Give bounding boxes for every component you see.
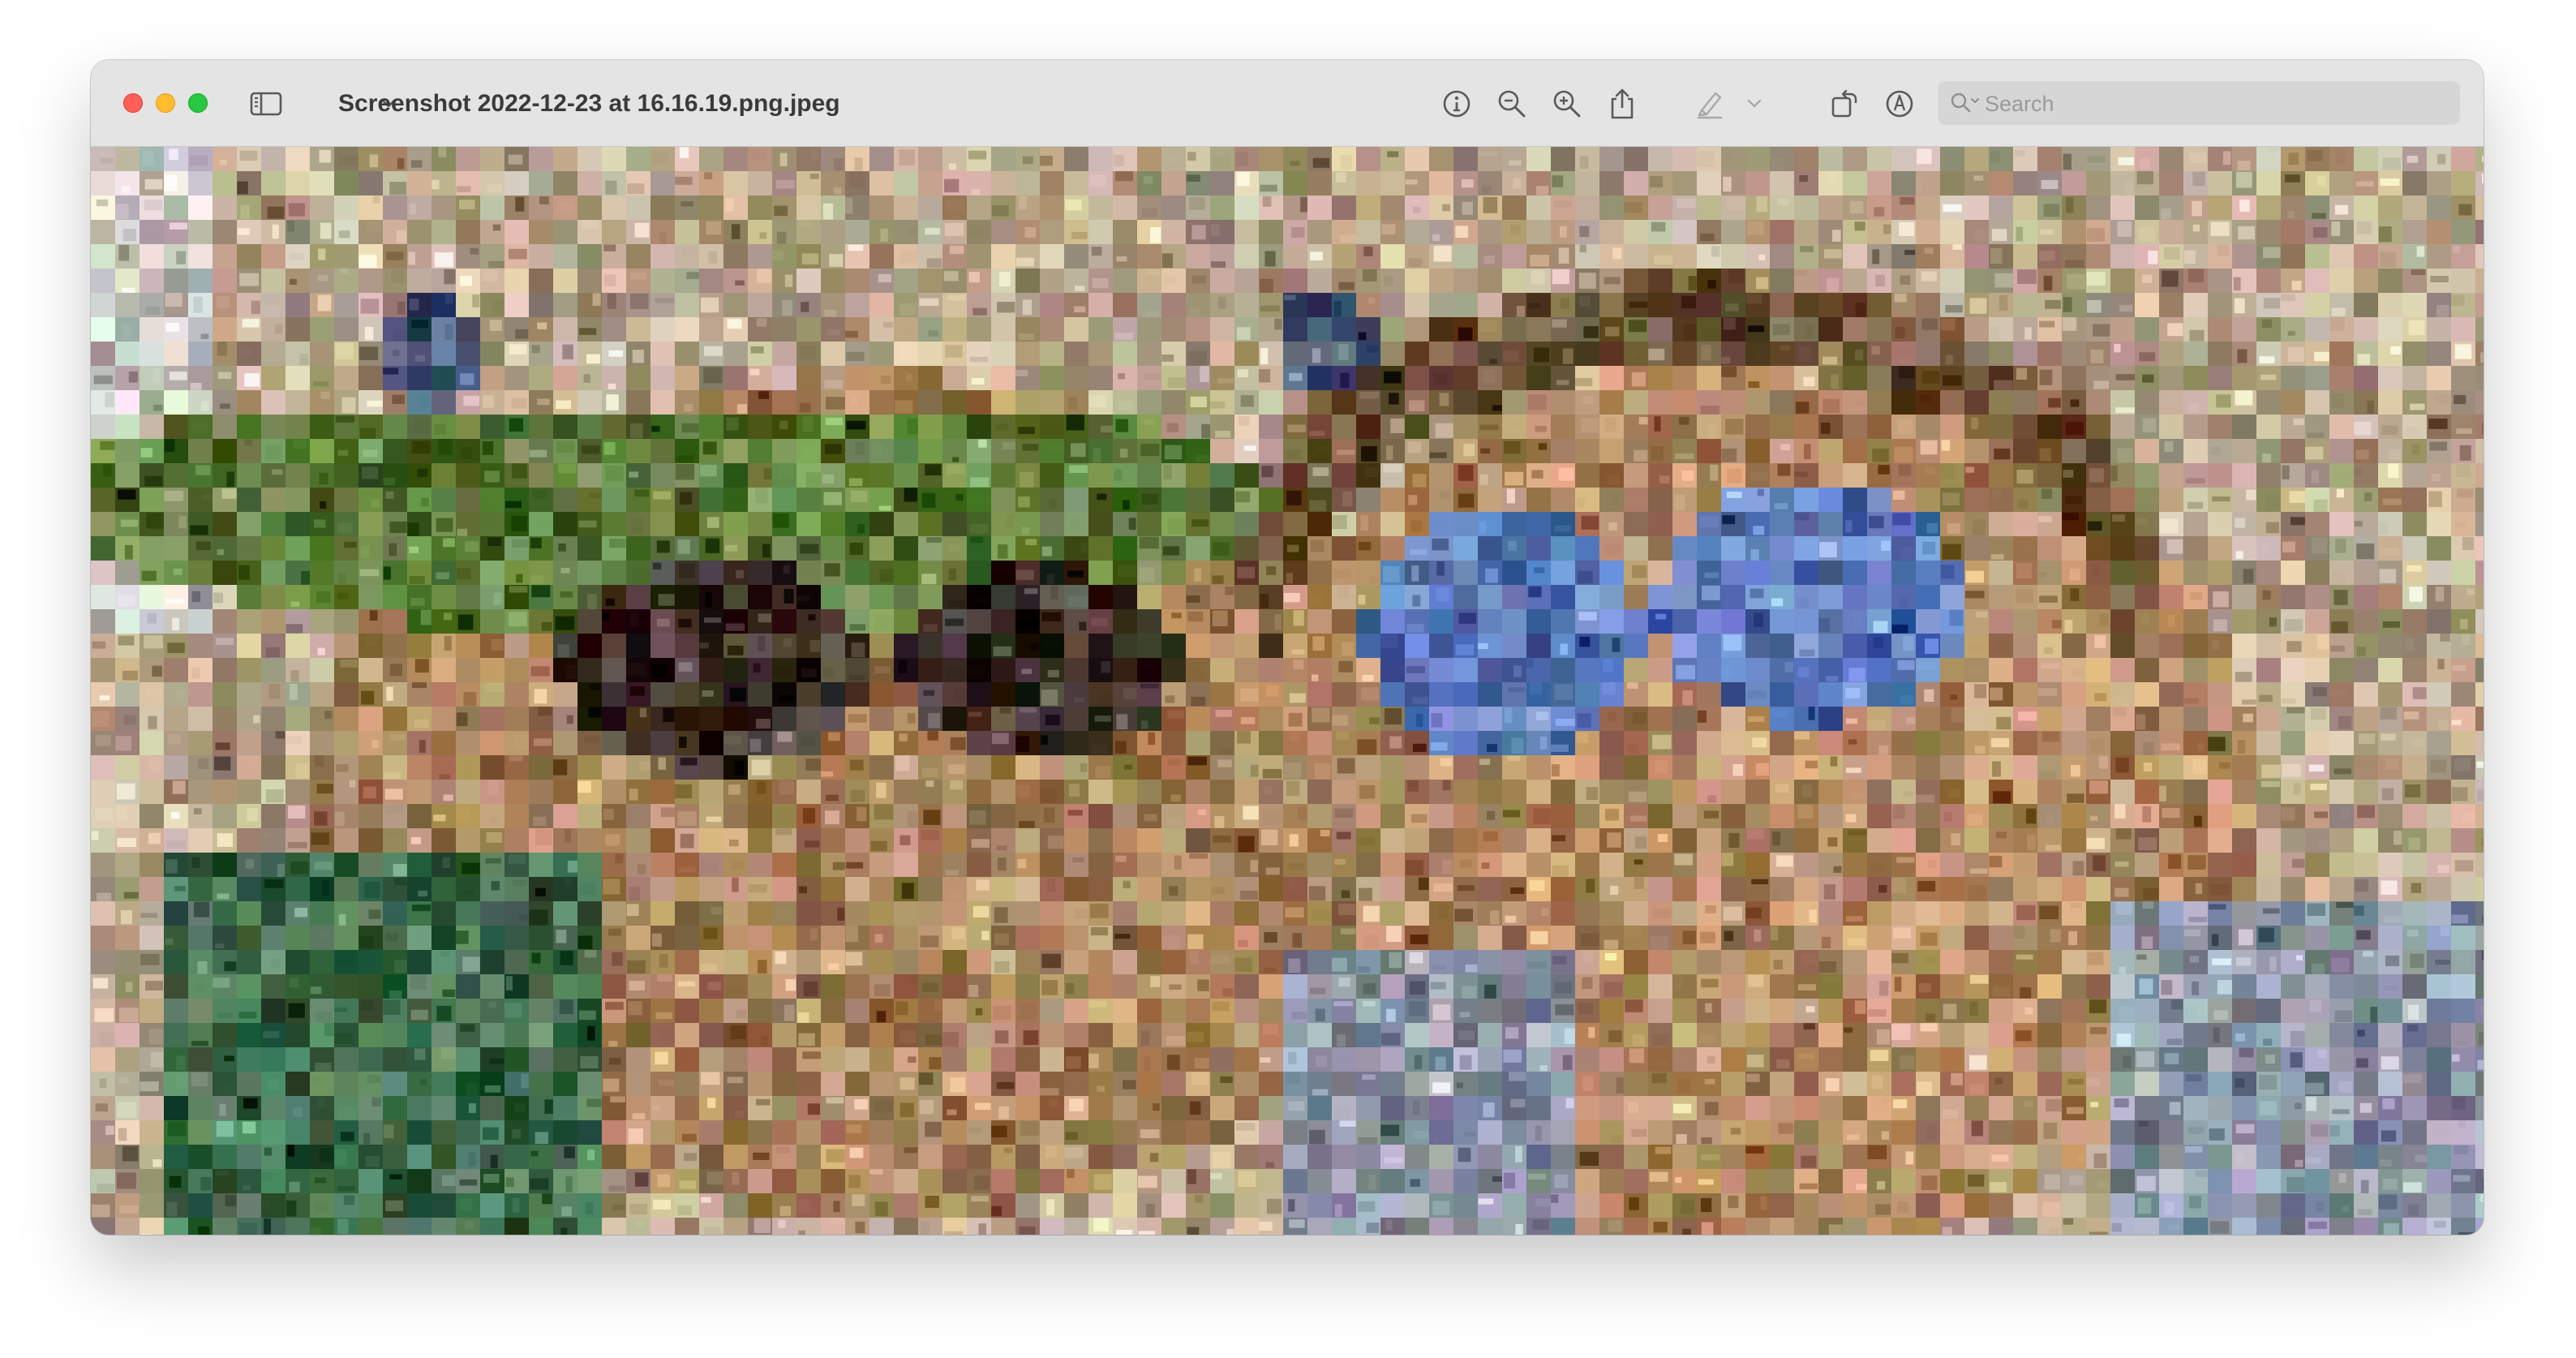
share-button[interactable] xyxy=(1606,88,1638,120)
highlighter-icon xyxy=(1698,92,1722,119)
chevron-down-icon xyxy=(1747,99,1762,108)
close-button[interactable] xyxy=(123,93,143,113)
maximize-button[interactable] xyxy=(188,93,208,113)
image-viewport[interactable] xyxy=(91,147,2484,1235)
zoom-out-icon xyxy=(1498,90,1526,118)
highlight-menu-button[interactable] xyxy=(1745,88,1763,120)
document-title: Screenshot 2022-12-23 at 16.16.19.png.jp… xyxy=(338,90,840,117)
highlight-button[interactable] xyxy=(1694,88,1726,120)
title-bar: Screenshot 2022-12-23 at 16.16.19.png.jp… xyxy=(91,60,2484,147)
search-icon xyxy=(1951,92,1979,113)
markup-button[interactable] xyxy=(1883,88,1916,120)
zoom-in-icon xyxy=(1553,90,1581,118)
search-field[interactable] xyxy=(1938,81,2460,127)
rotate-icon xyxy=(1831,89,1857,118)
markup-pen-icon xyxy=(1886,90,1913,118)
zoom-out-button[interactable] xyxy=(1496,88,1528,120)
rotate-button[interactable] xyxy=(1828,88,1861,120)
info-icon xyxy=(1443,90,1470,118)
preview-window: Screenshot 2022-12-23 at 16.16.19.png.jp… xyxy=(91,60,2484,1235)
search-input[interactable] xyxy=(1983,81,2449,127)
photo-mosaic-image xyxy=(91,147,2484,1235)
zoom-in-button[interactable] xyxy=(1551,88,1583,120)
sidebar-toggle-icon xyxy=(250,92,282,116)
minimize-button[interactable] xyxy=(156,93,175,113)
share-icon xyxy=(1611,88,1634,119)
info-button[interactable] xyxy=(1440,88,1473,120)
sidebar-toggle-button[interactable] xyxy=(250,88,282,120)
